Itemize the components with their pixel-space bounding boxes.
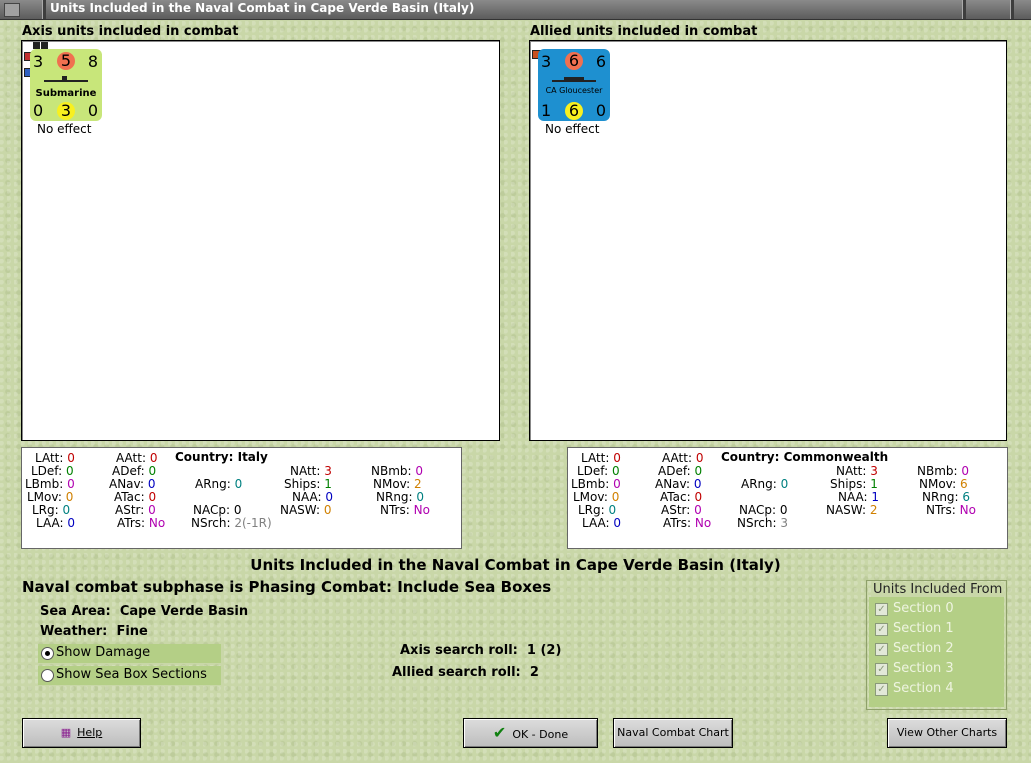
status-icon (41, 42, 48, 49)
allied-search-roll: Allied search roll: 2 (392, 665, 539, 680)
window-title: Units Included in the Naval Combat in Ca… (50, 1, 475, 15)
title-separator (962, 0, 966, 19)
view-other-charts-button[interactable]: View Other Charts (887, 718, 1007, 748)
axis-search-roll: Axis search roll: 1 (2) (400, 643, 562, 658)
help-button[interactable]: ▦ Help (22, 718, 141, 748)
unit-name: CA Gloucester (545, 86, 603, 95)
title-bar: Units Included in the Naval Combat in Ca… (0, 0, 1031, 20)
axis-stats-box: LAtt: 0 LDef: 0 LBmb: 0 LMov: 0 LRg: 0 L… (21, 447, 462, 549)
allied-stats-box: LAtt: 0 LDef: 0 LBmb: 0 LMov: 0 LRg: 0 L… (567, 447, 1008, 549)
unit-name: Submarine (35, 88, 97, 99)
checkbox-icon: ✓ (875, 643, 888, 656)
show-sections-radio[interactable]: Show Sea Box Sections (38, 666, 221, 685)
checkbox-icon: ✓ (875, 683, 888, 696)
allied-country: Commonwealth (783, 450, 889, 464)
checkbox-icon: ✓ (875, 603, 888, 616)
allied-units-list[interactable]: 3 6 6 CA Gloucester 1 6 0 No effect (529, 40, 1007, 441)
radio-selected-icon (41, 647, 54, 660)
radio-icon (41, 669, 54, 682)
sea-area: Sea Area: Cape Verde Basin (40, 604, 249, 619)
sections-group: Units Included From ✓ Section 0 ✓ Section … (866, 580, 1007, 710)
allied-panel-label: Allied units included in combat (530, 24, 758, 39)
unit-effect: No effect (37, 122, 92, 136)
checkbox-icon: ✓ (875, 623, 888, 636)
close-icon[interactable] (1010, 0, 1014, 19)
window-menu-icon[interactable] (4, 3, 20, 17)
show-damage-radio[interactable]: Show Damage (38, 644, 221, 663)
checkmark-icon: ✔ (492, 723, 507, 742)
unit-effect: No effect (545, 122, 600, 136)
naval-combat-chart-button[interactable]: Naval Combat Chart (613, 718, 733, 748)
title-separator (42, 0, 46, 19)
ok-done-button[interactable]: ✔ OK - Done (463, 718, 598, 748)
sections-title: Units Included From (871, 582, 1005, 597)
combat-heading: Units Included in the Naval Combat in Ca… (250, 556, 781, 574)
axis-panel-label: Axis units included in combat (22, 24, 239, 39)
submarine-icon (44, 76, 88, 82)
unit-counter-submarine[interactable]: 3 5 8 Submarine 0 3 0 (30, 49, 102, 121)
unit-counter-ca-gloucester[interactable]: 3 6 6 CA Gloucester 1 6 0 (538, 49, 610, 121)
axis-country: Italy (237, 450, 268, 464)
cruiser-icon (552, 77, 596, 82)
weather: Weather: Fine (40, 624, 148, 639)
checkbox-icon: ✓ (875, 663, 888, 676)
status-icon (33, 42, 40, 49)
subphase-text: Naval combat subphase is Phasing Combat:… (22, 578, 552, 596)
book-icon: ▦ (60, 726, 72, 739)
axis-units-list[interactable]: 3 5 8 Submarine 0 3 0 No effect (21, 40, 500, 441)
